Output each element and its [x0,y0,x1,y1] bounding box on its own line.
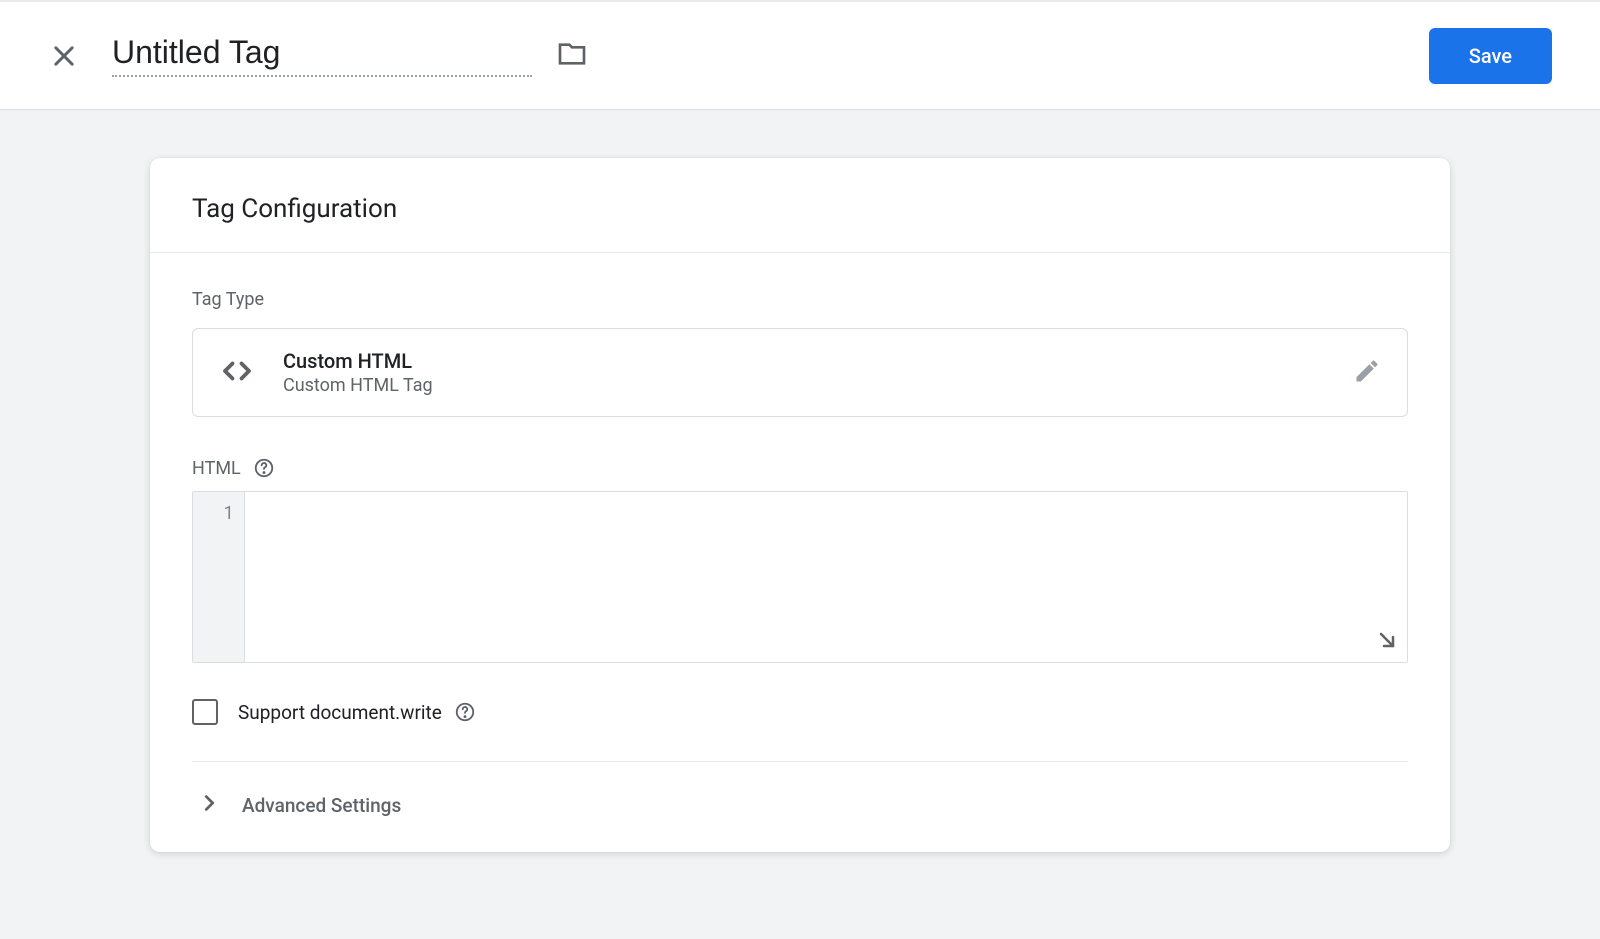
tag-type-selector[interactable]: Custom HTML Custom HTML Tag [192,328,1408,417]
tag-type-text: Custom HTML Custom HTML Tag [283,349,1353,396]
chevron-right-icon [198,792,220,818]
tag-name-input[interactable] [112,34,532,77]
resize-icon [1375,628,1399,652]
line-number: 1 [193,500,234,524]
support-docwrite-checkbox[interactable] [192,699,218,725]
content-area: Tag Configuration Tag Type Custom HTML C… [0,110,1600,852]
tag-type-subtitle: Custom HTML Tag [283,375,1353,396]
html-label: HTML [192,458,241,479]
code-icon [219,353,255,393]
edit-tag-type-button[interactable] [1353,357,1381,389]
folder-icon [556,38,588,70]
folder-button[interactable] [556,38,588,74]
editor-gutter: 1 [193,492,245,662]
support-docwrite-label: Support document.write [238,701,442,724]
card-title: Tag Configuration [150,158,1450,253]
close-icon [50,42,78,70]
html-code-editor[interactable]: 1 [192,491,1408,663]
tag-type-title: Custom HTML [283,349,1353,373]
html-label-row: HTML [192,457,1408,479]
close-button[interactable] [48,40,80,72]
advanced-settings-label: Advanced Settings [242,794,401,817]
help-icon [253,457,275,479]
pencil-icon [1353,357,1381,385]
docwrite-help-button[interactable] [454,701,476,723]
support-docwrite-row: Support document.write [192,699,1408,762]
tag-type-label: Tag Type [192,289,1408,310]
tag-configuration-card: Tag Configuration Tag Type Custom HTML C… [150,158,1450,852]
card-body: Tag Type Custom HTML Custom HTML Tag [150,253,1450,852]
help-icon [454,701,476,723]
advanced-settings-toggle[interactable]: Advanced Settings [192,762,1408,852]
save-button[interactable]: Save [1429,28,1552,84]
editor-resize-handle[interactable] [1375,628,1399,656]
editor-content[interactable] [245,492,1407,662]
page-header: Save [0,0,1600,110]
html-help-button[interactable] [253,457,275,479]
html-section: HTML 1 [192,457,1408,663]
